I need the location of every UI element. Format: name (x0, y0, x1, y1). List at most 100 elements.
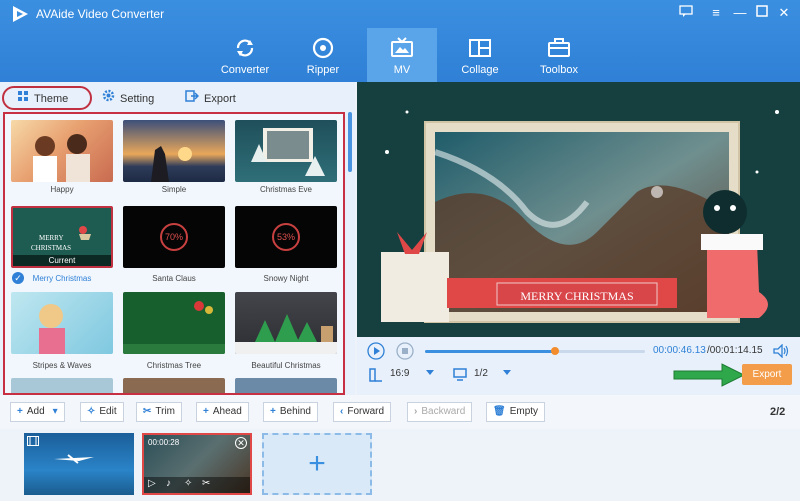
theme-scrollbar[interactable] (348, 112, 352, 172)
progress-bar[interactable] (425, 347, 645, 355)
timeline-clip-2[interactable]: 00:00:28 ✕ ▷ ♪ ✧ ✂ (142, 433, 252, 495)
subtab-theme[interactable]: Theme (18, 88, 68, 110)
edit-button[interactable]: ✧ Edit (80, 402, 124, 422)
feedback-icon[interactable] (676, 4, 696, 22)
add-button[interactable]: + Add ▾ (10, 402, 65, 422)
film-icon (27, 436, 39, 446)
behind-label: Behind (279, 406, 311, 417)
tab-mv-label: MV (393, 64, 411, 76)
wand-icon[interactable]: ✧ (184, 478, 192, 489)
add-label: Add (26, 406, 45, 417)
theme-thumb-simple[interactable] (123, 120, 225, 182)
maximize-icon[interactable] (752, 4, 772, 22)
theme-label-christmas-tree: Christmas Tree (146, 361, 202, 370)
subtab-setting[interactable]: Setting (102, 88, 154, 110)
volume-icon[interactable]: ♪ (166, 478, 171, 489)
tab-converter-label: Converter (220, 64, 270, 76)
download-progress: 53% (272, 223, 300, 251)
theme-thumb-snowy-night[interactable]: 53% (235, 206, 337, 268)
clip-controls: ▷ ♪ ✧ ✂ (144, 477, 250, 493)
theme-thumb-happy[interactable] (11, 120, 113, 182)
plus-icon: + (203, 406, 209, 417)
theme-thumb-partial[interactable] (235, 378, 337, 393)
chevron-left-icon: ‹ (340, 406, 344, 417)
theme-label-santa-claus: Santa Claus (152, 274, 196, 283)
volume-icon[interactable] (773, 344, 789, 358)
close-icon[interactable]: ✕ (235, 437, 247, 449)
tv-icon (391, 37, 413, 57)
theme-label-merry-christmas: Merry Christmas (32, 274, 92, 283)
svg-text:CHRISTMAS: CHRISTMAS (31, 244, 71, 252)
ahead-button[interactable]: + Ahead (196, 402, 249, 422)
timeline-clip-1[interactable] (24, 433, 134, 495)
theme-label-happy: Happy (50, 185, 74, 194)
page-value[interactable]: 1/2 (474, 368, 488, 379)
title-bar: AVAide Video Converter ≡ — ✕ Converter R… (0, 0, 800, 82)
video-preview: MERRY CHRISTMAS (357, 82, 800, 337)
tab-ripper[interactable]: Ripper (288, 28, 358, 82)
theme-thumb-beautiful-christmas[interactable] (235, 292, 337, 354)
chevron-right-icon: › (414, 406, 418, 417)
chevron-down-icon[interactable]: ▾ (53, 406, 58, 417)
theme-thumb-santa-claus[interactable]: 70% (123, 206, 225, 268)
edit-toolbar: + Add ▾ ✧ Edit ✂ Trim + Ahead + Behind ‹ Forwar… (0, 395, 800, 429)
grid-icon (469, 39, 491, 57)
theme-grid: Happy Simple Christmas Eve MERRY CHRISTMA… (3, 112, 345, 395)
gear-icon (102, 88, 115, 110)
theme-label-snowy-night: Snowy Night (263, 274, 309, 283)
subtab-export-label: Export (204, 93, 236, 105)
clip-duration: 00:00:28 (148, 438, 180, 447)
theme-label-beautiful-christmas: Beautiful Christmas (251, 361, 321, 370)
theme-thumb-merry-christmas[interactable]: MERRY CHRISTMAS Current (11, 206, 113, 268)
monitor-icon (453, 368, 467, 381)
backward-label: Backward (421, 406, 466, 417)
stop-icon[interactable] (396, 342, 414, 360)
progress-handle[interactable] (550, 347, 559, 355)
trim-button[interactable]: ✂ Trim (136, 402, 183, 422)
tab-toolbox-label: Toolbox (540, 64, 578, 76)
timeline: 00:00:28 ✕ ▷ ♪ ✧ ✂ + (0, 429, 800, 501)
behind-button[interactable]: + Behind (263, 402, 318, 422)
trash-icon: 🗑 (493, 406, 506, 417)
empty-button[interactable]: 🗑 Empty (486, 402, 546, 422)
theme-thumb-stripes-waves[interactable] (11, 292, 113, 354)
preview-banner-text: MERRY CHRISTMAS (520, 289, 633, 303)
page-dropdown-icon[interactable] (503, 370, 511, 375)
theme-thumb-christmas-tree[interactable] (123, 292, 225, 354)
play-icon[interactable]: ▷ (148, 478, 156, 489)
subtab-export[interactable]: Export (185, 88, 236, 110)
theme-label-christmas-eve: Christmas Eve (259, 185, 312, 194)
play-icon[interactable] (367, 342, 385, 360)
subtab-theme-label: Theme (34, 93, 69, 105)
tab-mv[interactable]: MV (367, 28, 437, 82)
player-controls: 00:00:46.13 /00:01:14.15 16:9 1/2 Export (357, 337, 800, 395)
download-progress: 70% (160, 223, 188, 251)
tab-toolbox[interactable]: Toolbox (524, 28, 594, 82)
aspect-ratio-dropdown-icon[interactable] (426, 370, 434, 375)
theme-thumb-partial[interactable] (11, 378, 113, 393)
tab-ripper-label: Ripper (306, 64, 340, 76)
close-icon[interactable]: ✕ (774, 4, 794, 22)
forward-button[interactable]: ‹ Forward (333, 402, 392, 422)
aspect-ratio-value[interactable]: 16:9 (390, 368, 409, 379)
minimize-icon[interactable]: — (730, 4, 750, 22)
subtab-setting-label: Setting (120, 93, 155, 105)
refresh-icon (236, 39, 254, 57)
tab-converter[interactable]: Converter (210, 28, 280, 82)
progress-fill (425, 350, 555, 353)
current-label: Current (13, 255, 111, 266)
scissors-icon[interactable]: ✂ (202, 478, 210, 489)
ahead-label: Ahead (212, 406, 242, 417)
menu-icon[interactable]: ≡ (706, 4, 726, 22)
aspect-ratio-icon (369, 368, 382, 382)
arrow-right-icon (673, 363, 746, 387)
backward-button[interactable]: › Backward (407, 402, 473, 422)
edit-label: Edit (99, 406, 117, 417)
theme-thumb-christmas-eve[interactable] (235, 120, 337, 182)
tab-collage[interactable]: Collage (445, 28, 515, 82)
empty-label: Empty (509, 406, 539, 417)
wand-icon: ✧ (87, 406, 96, 417)
theme-thumb-partial[interactable] (123, 378, 225, 393)
add-clip-button[interactable]: + (262, 433, 372, 495)
export-button[interactable]: Export (742, 364, 792, 385)
